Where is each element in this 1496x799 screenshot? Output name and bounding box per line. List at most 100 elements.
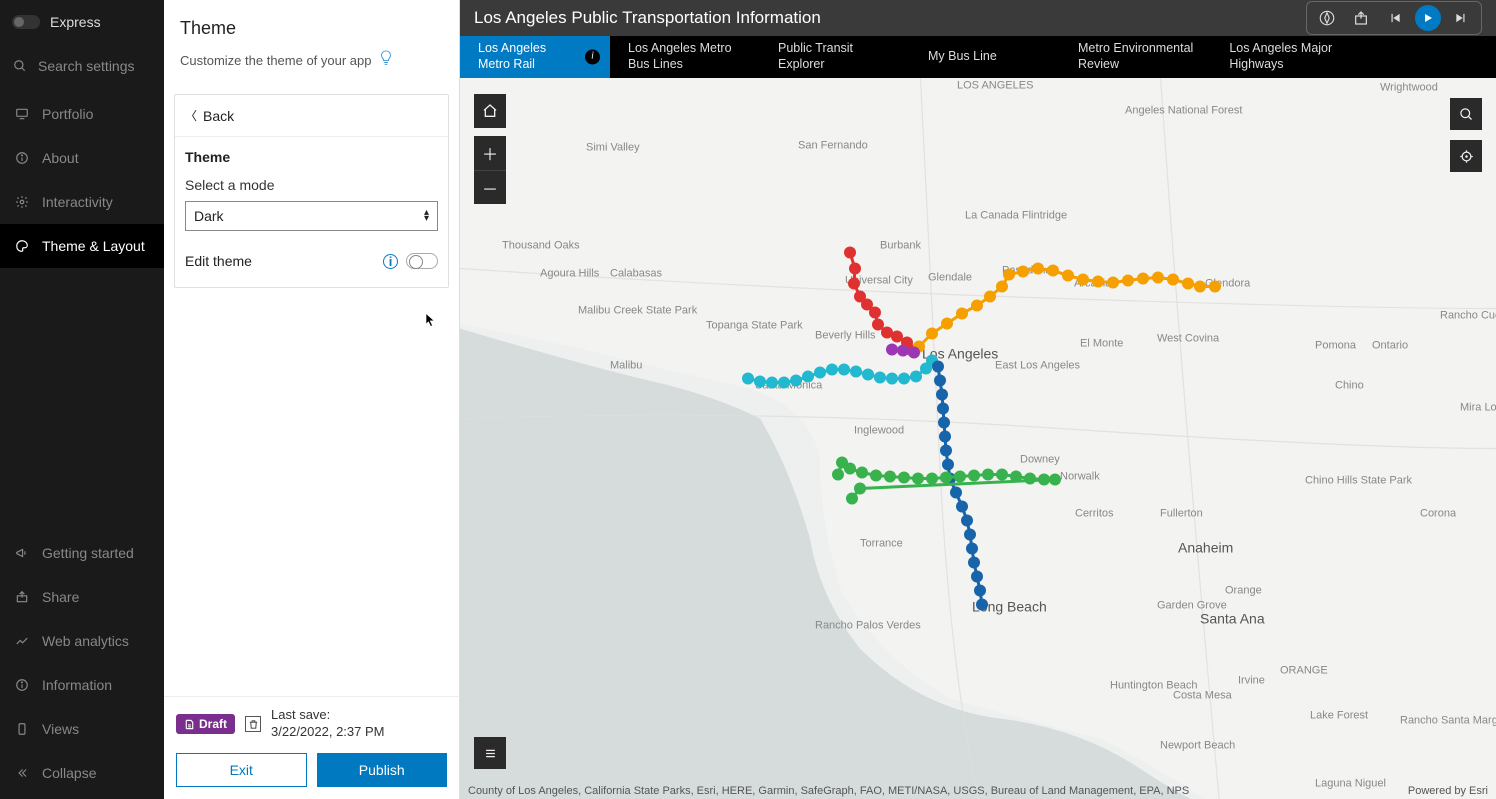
- svg-text:LOS ANGELES: LOS ANGELES: [957, 80, 1033, 92]
- config-panel: Theme Customize the theme of your app 〈 …: [164, 0, 460, 799]
- sidebar-item-share[interactable]: Share: [0, 575, 164, 619]
- lightbulb-icon[interactable]: [378, 49, 394, 72]
- sidebar-item-web-analytics[interactable]: Web analytics: [0, 619, 164, 663]
- express-label: Express: [50, 14, 101, 30]
- svg-text:Downey: Downey: [1020, 454, 1060, 466]
- svg-text:Mira Loma: Mira Loma: [1460, 402, 1496, 414]
- select-mode-label: Select a mode: [185, 177, 438, 193]
- section-heading: Theme: [185, 149, 438, 165]
- locate-button[interactable]: [1450, 140, 1482, 172]
- theme-card: 〈 Back Theme Select a mode Dark ▴▾ Edit …: [174, 94, 449, 288]
- svg-text:Rancho Santa Margarita: Rancho Santa Margarita: [1400, 715, 1496, 727]
- info-icon: [14, 150, 30, 166]
- map-zoom-controls: ＋ －: [474, 136, 506, 204]
- svg-text:Anaheim: Anaheim: [1178, 540, 1233, 556]
- panel-subtitle: Customize the theme of your app: [180, 53, 372, 68]
- preview-toolbar: [1306, 1, 1482, 35]
- sidebar-item-label: Theme & Layout: [42, 238, 145, 254]
- config-footer: Draft Last save: 3/22/2022, 2:37 PM Exit…: [164, 696, 459, 799]
- sidebar-item-about[interactable]: About: [0, 136, 164, 180]
- svg-text:Orange: Orange: [1225, 585, 1262, 597]
- publish-button[interactable]: Publish: [317, 753, 448, 787]
- edit-theme-toggle[interactable]: [406, 253, 438, 269]
- svg-text:Newport Beach: Newport Beach: [1160, 740, 1235, 752]
- express-toggle[interactable]: [12, 15, 40, 29]
- legend-button[interactable]: [474, 737, 506, 769]
- svg-text:Malibu: Malibu: [610, 360, 642, 372]
- back-button[interactable]: 〈 Back: [175, 95, 448, 137]
- map-view[interactable]: Los AngelesAnaheimLong BeachSanta AnaWri…: [460, 78, 1496, 799]
- sidebar-item-label: Share: [42, 589, 79, 605]
- search-icon: [12, 58, 28, 74]
- tab-2[interactable]: Public TransitExplorer: [760, 36, 910, 78]
- tab-5[interactable]: Los Angeles MajorHighways: [1211, 36, 1361, 78]
- zoom-in-button[interactable]: ＋: [474, 136, 506, 170]
- svg-text:Beverly Hills: Beverly Hills: [815, 330, 876, 342]
- sidebar-bottom-nav: Getting started Share Web analytics Info…: [0, 527, 164, 799]
- svg-text:El Monte: El Monte: [1080, 338, 1123, 350]
- last-save-value: 3/22/2022, 2:37 PM: [271, 724, 384, 739]
- sidebar-main-nav: Portfolio About Interactivity Theme & La…: [0, 88, 164, 272]
- svg-text:Chino Hills State Park: Chino Hills State Park: [1305, 475, 1412, 487]
- left-sidebar: Express Search settings Portfolio About …: [0, 0, 164, 799]
- sidebar-item-theme-layout[interactable]: Theme & Layout: [0, 224, 164, 268]
- chevron-left-icon: 〈: [185, 107, 197, 124]
- sidebar-item-getting-started[interactable]: Getting started: [0, 531, 164, 575]
- play-button[interactable]: [1415, 5, 1441, 31]
- tab-4[interactable]: Metro EnvironmentalReview: [1060, 36, 1211, 78]
- tab-0[interactable]: Los AngelesMetro Raili: [460, 36, 610, 78]
- sidebar-item-label: About: [42, 150, 79, 166]
- back-label: Back: [203, 108, 234, 124]
- zoom-out-button[interactable]: －: [474, 170, 506, 204]
- collapse-icon: [14, 765, 30, 781]
- palette-icon: [14, 238, 30, 254]
- svg-text:Agoura Hills: Agoura Hills: [540, 268, 600, 280]
- svg-text:Topanga State Park: Topanga State Park: [706, 320, 803, 332]
- attribution-text: County of Los Angeles, California State …: [468, 785, 1189, 797]
- sidebar-item-label: Collapse: [42, 765, 96, 781]
- sidebar-item-label: Web analytics: [42, 633, 129, 649]
- info-tooltip-icon[interactable]: i: [383, 254, 398, 269]
- last-save-label: Last save:: [271, 707, 330, 722]
- draft-badge: Draft: [176, 714, 235, 734]
- svg-text:Irvine: Irvine: [1238, 675, 1265, 687]
- tab-1[interactable]: Los Angeles MetroBus Lines: [610, 36, 760, 78]
- search-settings-row[interactable]: Search settings: [0, 44, 164, 88]
- svg-text:Santa Ana: Santa Ana: [1200, 611, 1265, 627]
- share-export-icon[interactable]: [1347, 5, 1375, 31]
- cursor-icon: [425, 313, 435, 327]
- app-preview: Los Angeles Public Transportation Inform…: [460, 0, 1496, 799]
- mode-select[interactable]: Dark ▴▾: [185, 201, 438, 231]
- app-title: Los Angeles Public Transportation Inform…: [474, 8, 821, 28]
- svg-text:Inglewood: Inglewood: [854, 425, 904, 437]
- sidebar-item-information[interactable]: Information: [0, 663, 164, 707]
- prev-track-icon[interactable]: [1381, 5, 1409, 31]
- home-button[interactable]: [474, 94, 506, 128]
- panel-title: Theme: [180, 18, 443, 39]
- svg-text:Glendale: Glendale: [928, 272, 972, 284]
- map-search-button[interactable]: [1450, 98, 1482, 130]
- tab-info-icon[interactable]: i: [585, 50, 600, 65]
- svg-text:ORANGE: ORANGE: [1280, 665, 1328, 677]
- sidebar-item-portfolio[interactable]: Portfolio: [0, 92, 164, 136]
- powered-by: Powered by Esri: [1408, 785, 1488, 797]
- sidebar-item-label: Interactivity: [42, 194, 113, 210]
- svg-text:Norwalk: Norwalk: [1060, 471, 1100, 483]
- next-track-icon[interactable]: [1447, 5, 1475, 31]
- mode-value: Dark: [194, 208, 224, 224]
- compass-icon[interactable]: [1313, 5, 1341, 31]
- share-icon: [14, 589, 30, 605]
- exit-button[interactable]: Exit: [176, 753, 307, 787]
- tab-3[interactable]: My Bus Line: [910, 36, 1060, 78]
- svg-text:Calabasas: Calabasas: [610, 268, 662, 280]
- sidebar-item-views[interactable]: Views: [0, 707, 164, 751]
- sidebar-item-interactivity[interactable]: Interactivity: [0, 180, 164, 224]
- delete-button[interactable]: [245, 716, 261, 732]
- svg-text:Angeles National Forest: Angeles National Forest: [1125, 105, 1242, 117]
- express-toggle-row: Express: [0, 0, 164, 44]
- info-icon: [14, 677, 30, 693]
- sidebar-item-label: Portfolio: [42, 106, 93, 122]
- sidebar-item-collapse[interactable]: Collapse: [0, 751, 164, 795]
- sidebar-item-label: Information: [42, 677, 112, 693]
- analytics-icon: [14, 633, 30, 649]
